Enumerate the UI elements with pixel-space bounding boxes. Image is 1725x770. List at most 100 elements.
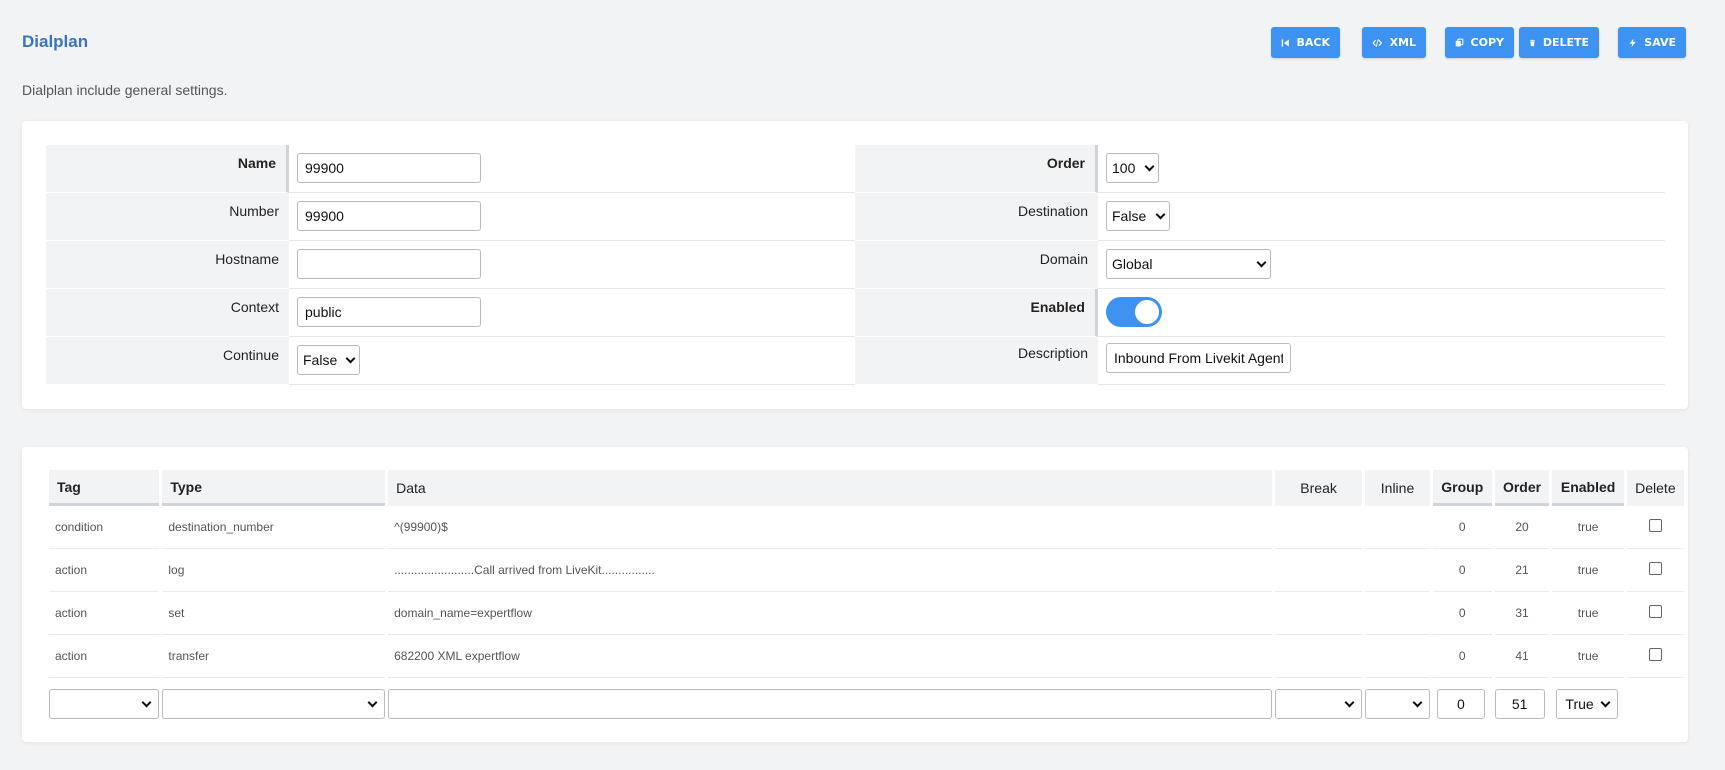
cell-data: ........................Call arrived fro… (388, 549, 1273, 592)
continue-row: Continue False (46, 337, 856, 385)
domain-select-value: Global (1112, 256, 1153, 272)
cell-break (1275, 549, 1363, 592)
order-select[interactable]: 100 (1106, 153, 1159, 183)
table-row[interactable]: condition destination_number ^(99900)$ 0… (49, 506, 1684, 549)
cell-inline (1365, 506, 1430, 549)
cell-tag: action (49, 549, 160, 592)
continue-select[interactable]: False (297, 345, 360, 375)
column-header-break: Break (1275, 470, 1363, 506)
cell-data: domain_name=expertflow (388, 592, 1273, 635)
xml-button-label: XML (1389, 36, 1416, 49)
copy-button-label: COPY (1470, 36, 1504, 49)
details-table: Tag Type Data Break Inline Group Order E… (46, 470, 1687, 724)
new-data-input[interactable] (388, 689, 1273, 719)
domain-row: Domain Global (855, 241, 1665, 289)
destination-select-value: False (1112, 208, 1147, 224)
delete-checkbox[interactable] (1648, 648, 1662, 661)
destination-select[interactable]: False (1106, 201, 1170, 231)
description-label: Description (855, 337, 1098, 385)
chevron-down-icon (1144, 161, 1155, 171)
new-tag-select[interactable] (49, 689, 160, 719)
new-type-select[interactable] (162, 689, 386, 719)
cell-break (1275, 592, 1363, 635)
cell-inline (1365, 635, 1430, 678)
delete-checkbox[interactable] (1648, 562, 1662, 575)
column-header-group[interactable]: Group (1432, 470, 1492, 506)
cell-group: 0 (1432, 635, 1492, 678)
cell-order: 41 (1494, 635, 1550, 678)
details-card: Tag Type Data Break Inline Group Order E… (22, 447, 1688, 742)
column-header-tag[interactable]: Tag (49, 470, 160, 506)
copy-icon (1455, 38, 1464, 47)
domain-select[interactable]: Global (1106, 249, 1271, 279)
number-label: Number (46, 193, 289, 241)
cell-inline (1365, 592, 1430, 635)
chevron-down-icon (1155, 209, 1166, 219)
new-enabled-select[interactable]: True (1556, 689, 1619, 719)
cell-type: destination_number (162, 506, 386, 549)
cell-type: log (162, 549, 386, 592)
cell-data: ^(99900)$ (388, 506, 1273, 549)
new-break-select[interactable] (1275, 689, 1363, 719)
order-row: Order 100 (855, 145, 1665, 193)
back-icon (1281, 38, 1289, 47)
enabled-toggle[interactable] (1106, 297, 1162, 327)
table-row[interactable]: action set domain_name=expertflow 0 31 t… (49, 592, 1684, 635)
context-input[interactable] (297, 297, 481, 327)
cell-break (1275, 506, 1363, 549)
order-label: Order (855, 145, 1098, 193)
delete-checkbox[interactable] (1648, 519, 1662, 532)
destination-label: Destination (855, 193, 1098, 241)
delete-checkbox[interactable] (1648, 605, 1662, 618)
delete-button[interactable]: DELETE (1519, 27, 1599, 58)
number-row: Number (46, 193, 856, 241)
cell-tag: condition (49, 506, 160, 549)
column-header-data: Data (388, 470, 1273, 506)
cell-inline (1365, 549, 1430, 592)
hostname-row: Hostname (46, 241, 856, 289)
name-row: Name (46, 145, 856, 193)
cell-tag: action (49, 592, 160, 635)
cell-enabled: true (1552, 506, 1624, 549)
chevron-down-icon (345, 353, 356, 363)
cell-break (1275, 635, 1363, 678)
table-row[interactable]: action transfer 682200 XML expertflow 0 … (49, 635, 1684, 678)
xml-button[interactable]: XML (1362, 27, 1426, 58)
cell-enabled: true (1552, 549, 1624, 592)
new-row: 0 51 True (49, 678, 1684, 724)
cell-data: 682200 XML expertflow (388, 635, 1273, 678)
trash-icon (1529, 39, 1535, 46)
copy-button[interactable]: COPY (1445, 27, 1514, 58)
cell-type: set (162, 592, 386, 635)
cell-enabled: true (1552, 635, 1624, 678)
table-row[interactable]: action log ........................Call … (49, 549, 1684, 592)
domain-label: Domain (855, 241, 1098, 289)
column-header-type[interactable]: Type (162, 470, 386, 506)
continue-select-value: False (303, 352, 338, 368)
context-label: Context (46, 289, 289, 337)
chevron-down-icon (367, 697, 378, 707)
bolt-icon (1629, 38, 1636, 47)
table-header-row: Tag Type Data Break Inline Group Order E… (49, 470, 1684, 506)
description-input[interactable] (1106, 343, 1291, 373)
cell-enabled: true (1552, 592, 1624, 635)
form-right-column: Order 100 Destination False Domain Globa… (855, 145, 1665, 385)
delete-button-label: DELETE (1542, 36, 1589, 49)
save-button-label: SAVE (1644, 36, 1676, 49)
column-header-inline: Inline (1365, 470, 1430, 506)
new-order-input[interactable]: 51 (1494, 689, 1545, 719)
chevron-down-icon (1412, 697, 1423, 707)
new-inline-select[interactable] (1365, 689, 1430, 719)
save-button[interactable]: SAVE (1618, 27, 1686, 58)
new-group-input[interactable]: 0 (1436, 689, 1485, 719)
back-button[interactable]: BACK (1271, 27, 1340, 58)
hostname-label: Hostname (46, 241, 289, 289)
column-header-enabled[interactable]: Enabled (1552, 470, 1624, 506)
form-left-column: Name Number Hostname Context Continue Fa… (46, 145, 856, 385)
name-input[interactable] (297, 153, 481, 183)
number-input[interactable] (297, 201, 481, 231)
column-header-order[interactable]: Order (1494, 470, 1550, 506)
toolbar: BACK XML COPY DELETE SAVE (0, 27, 1725, 58)
hostname-input[interactable] (297, 249, 481, 279)
column-header-delete: Delete (1626, 470, 1684, 506)
